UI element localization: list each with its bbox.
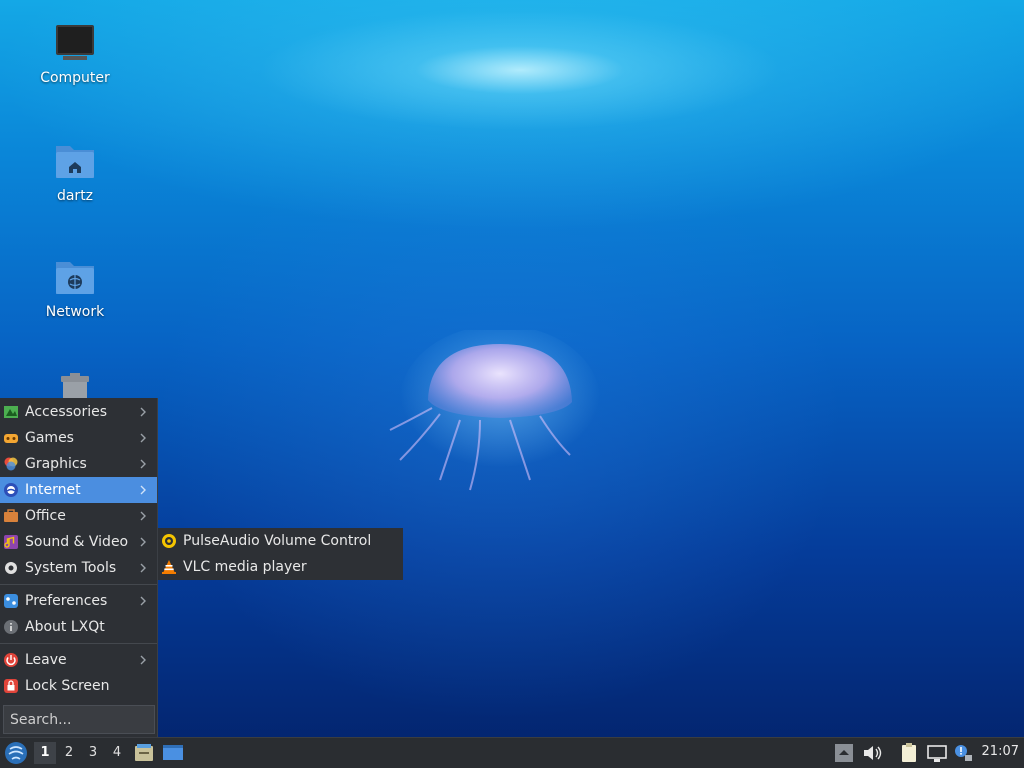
chevron-right-icon <box>140 563 146 573</box>
clipboard-icon[interactable] <box>898 742 920 764</box>
menu-item-label: Preferences <box>25 593 108 609</box>
menu-item-graphics[interactable]: Graphics <box>0 451 157 477</box>
power-icon <box>4 653 18 667</box>
menu-item-lock-screen[interactable]: Lock Screen <box>0 673 157 699</box>
workspace-4-button[interactable]: 4 <box>106 742 128 764</box>
menu-search-input[interactable] <box>3 705 155 734</box>
chevron-right-icon <box>140 537 146 547</box>
menu-item-label: System Tools <box>25 560 117 576</box>
games-icon <box>4 434 18 443</box>
menu-item-label: Graphics <box>25 456 87 472</box>
menu-item-accessories[interactable]: Accessories <box>0 399 157 425</box>
menu-item-label: Office <box>25 508 66 524</box>
desktop-icon-computer[interactable]: Computer <box>30 22 120 86</box>
pulseaudio-icon <box>162 534 176 548</box>
network-folder-icon <box>56 262 94 294</box>
system-tools-icon <box>5 562 17 574</box>
menu-item-about[interactable]: About LXQt <box>0 614 157 640</box>
workspace-1-button[interactable]: 1 <box>34 742 56 764</box>
menu-item-games[interactable]: Games <box>0 425 157 451</box>
show-desktop-icon[interactable] <box>162 742 184 764</box>
menu-item-leave[interactable]: Leave <box>0 647 157 673</box>
menu-item-label: Games <box>25 430 74 446</box>
sound-video-icon <box>4 535 18 549</box>
workspace-2-button[interactable]: 2 <box>58 742 80 764</box>
chevron-right-icon <box>140 433 146 443</box>
desktop-icon-label: Network <box>45 304 105 320</box>
menu-item-system-tools[interactable]: System Tools <box>0 555 157 581</box>
menu-item-label: About LXQt <box>25 619 105 635</box>
vlc-icon <box>162 560 176 574</box>
accessories-icon <box>4 406 18 418</box>
menu-item-label: Leave <box>25 652 67 668</box>
internet-submenu: PulseAudio Volume Control VLC media play… <box>158 528 403 580</box>
submenu-item-pulseaudio[interactable]: PulseAudio Volume Control <box>158 528 403 554</box>
menu-item-label: Lock Screen <box>25 678 110 694</box>
menu-item-label: Accessories <box>25 404 108 420</box>
chevron-right-icon <box>140 407 146 417</box>
network-status-icon[interactable] <box>926 742 948 764</box>
update-notifier-icon[interactable] <box>952 742 974 764</box>
chevron-right-icon <box>140 511 146 521</box>
taskbar: 1 2 3 4 21:07 <box>0 737 1024 768</box>
menu-item-preferences[interactable]: Preferences <box>0 588 157 614</box>
chevron-right-icon <box>140 655 146 665</box>
computer-icon <box>56 25 94 60</box>
jellyfish-wallpaper-image <box>389 330 600 491</box>
submenu-item-vlc[interactable]: VLC media player <box>158 554 403 580</box>
menu-item-label: Internet <box>25 482 81 498</box>
desktop-icon-label: dartz <box>56 188 94 204</box>
workspace-3-button[interactable]: 3 <box>82 742 104 764</box>
menu-item-label: PulseAudio Volume Control <box>183 533 372 549</box>
tray-expander-icon[interactable] <box>833 742 855 764</box>
chevron-right-icon <box>140 485 146 495</box>
volume-icon[interactable] <box>861 742 883 764</box>
graphics-icon <box>4 457 18 471</box>
menu-separator <box>0 584 157 585</box>
chevron-right-icon <box>140 596 146 606</box>
chevron-right-icon <box>140 459 146 469</box>
file-manager-icon[interactable] <box>133 742 155 764</box>
menu-separator <box>0 643 157 644</box>
internet-icon <box>4 483 18 497</box>
menu-item-office[interactable]: Office <box>0 503 157 529</box>
clock[interactable]: 21:07 <box>982 744 1019 759</box>
menu-item-label: Sound & Video <box>25 534 129 550</box>
home-folder-icon <box>56 146 94 178</box>
desktop-icon-home-folder[interactable]: dartz <box>30 140 120 204</box>
info-icon <box>4 620 18 634</box>
lock-icon <box>4 679 18 693</box>
menu-item-sound-video[interactable]: Sound & Video <box>0 529 157 555</box>
office-icon <box>4 509 18 522</box>
lxqt-start-menu-button[interactable] <box>4 741 28 765</box>
application-menu: Accessories Games Graphics Internet Offi… <box>0 398 158 737</box>
desktop-icon-network[interactable]: Network <box>30 256 120 320</box>
menu-item-internet[interactable]: Internet <box>0 477 157 503</box>
desktop-icon-label: Computer <box>40 70 110 86</box>
preferences-icon <box>4 594 18 608</box>
desktop: { "desktop": { "icons": [ {"label": "Com… <box>0 0 1024 768</box>
menu-item-label: VLC media player <box>183 559 307 575</box>
